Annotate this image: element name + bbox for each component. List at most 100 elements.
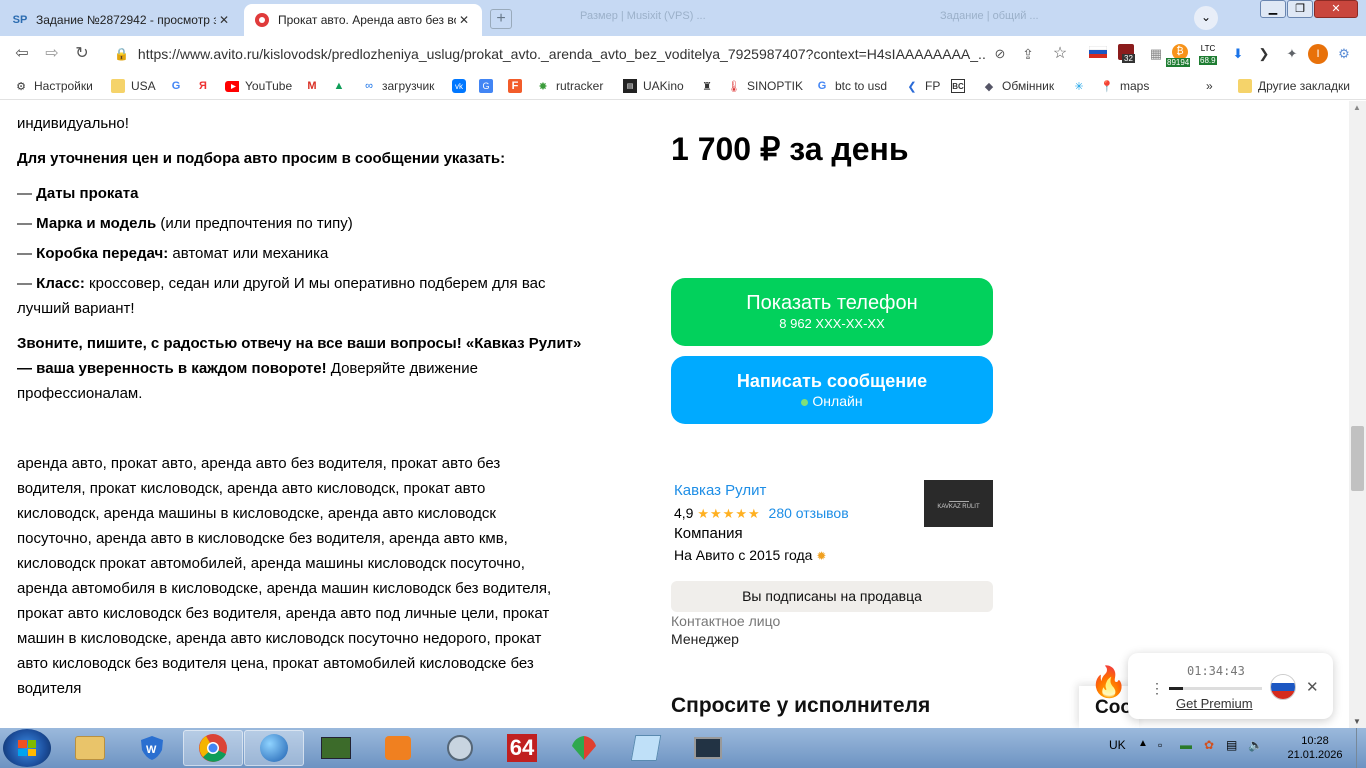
bookmark-vk[interactable]: vk xyxy=(452,77,472,95)
bookmark-downloader[interactable]: ∞ загрузчик xyxy=(362,77,434,95)
notepad-taskbar-icon[interactable] xyxy=(616,730,676,766)
blocked-popup-icon[interactable]: ⊘ xyxy=(990,44,1010,64)
page-scrollbar[interactable]: ▲ ▼ xyxy=(1349,101,1366,728)
shield-taskbar-icon[interactable]: W xyxy=(122,730,182,766)
forward-arrow-icon[interactable]: ⇨ xyxy=(42,44,62,64)
get-premium-link[interactable]: Get Premium xyxy=(1176,696,1253,711)
write-message-button[interactable]: Написать сообщение Онлайн xyxy=(671,356,993,424)
briefcase-extension-icon[interactable]: ▦ xyxy=(1146,44,1166,64)
address-bar[interactable]: 🔒 https://www.avito.ru/kislovodsk/predlo… xyxy=(108,40,986,68)
tags-line: прокат авто кисловодск без водителя, аре… xyxy=(17,605,550,622)
globe-taskbar-icon[interactable] xyxy=(244,730,304,766)
seller-logo[interactable]: KAVKAZ RULIT xyxy=(924,480,993,527)
bookmark-star-icon[interactable]: ☆ xyxy=(1050,44,1070,64)
bookmark-drive[interactable]: ▲ xyxy=(332,77,352,95)
maximize-button[interactable]: ❐ xyxy=(1287,0,1313,18)
player-progress-bar[interactable] xyxy=(1169,687,1262,690)
back-arrow-icon[interactable]: ⇦ xyxy=(12,44,32,64)
russia-flag-icon[interactable] xyxy=(1270,674,1296,700)
bookmark-figure[interactable]: ♜ xyxy=(700,77,720,95)
extension-badge-icon[interactable]: 32 xyxy=(1118,44,1138,64)
tab-title: Прокат авто. Аренда авто без вод xyxy=(278,13,456,27)
scroll-up-icon[interactable]: ▲ xyxy=(1353,103,1361,112)
bookmark-settings[interactable]: ⚙ Настройки xyxy=(14,77,93,95)
reviews-link[interactable]: 280 отзывов xyxy=(769,505,849,521)
media-player-taskbar-icon[interactable] xyxy=(368,730,428,766)
tab-avito-active[interactable]: Прокат авто. Аренда авто без вод ✕ xyxy=(244,4,482,36)
bookmark-star[interactable]: ✳ xyxy=(1072,77,1092,95)
bookmarks-more-button[interactable]: » xyxy=(1206,77,1213,95)
mountain-icon xyxy=(948,494,969,502)
chrome-taskbar-icon[interactable] xyxy=(183,730,243,766)
new-tab-button[interactable]: + xyxy=(490,9,512,29)
audio-player-widget: 01:34:43 ⋮ Get Premium ✕ xyxy=(1128,653,1333,719)
scroll-down-icon[interactable]: ▼ xyxy=(1353,717,1361,726)
extensions-puzzle-icon[interactable]: ✦ xyxy=(1282,44,1302,64)
more-vertical-icon[interactable]: ⋮ xyxy=(1150,680,1164,697)
show-desktop-button[interactable] xyxy=(1356,728,1366,768)
close-window-button[interactable]: ✕ xyxy=(1314,0,1358,18)
bitcoin-extension-icon[interactable]: ₿ 89194 xyxy=(1166,44,1191,67)
bookmark-youtube[interactable]: YouTube xyxy=(225,77,292,95)
tray-color-icon[interactable]: ✿ xyxy=(1204,738,1214,752)
bookmark-fp[interactable]: ❮ FP xyxy=(905,77,940,95)
app-64-taskbar-icon[interactable]: 64 xyxy=(492,730,552,766)
bookmark-google[interactable]: G xyxy=(169,77,189,95)
bookmark-f[interactable]: F xyxy=(508,77,528,95)
reload-icon[interactable]: ↻ xyxy=(72,44,92,64)
terminal-taskbar-icon[interactable] xyxy=(306,730,366,766)
system-clock[interactable]: 10:28 21.01.2026 xyxy=(1285,734,1345,762)
seller-name-link[interactable]: Кавказ Рулит xyxy=(674,482,766,499)
tab-search-chevron-icon[interactable]: ⌄ xyxy=(1194,6,1218,30)
download-icon[interactable]: ⬇ xyxy=(1228,44,1248,64)
network-icon[interactable]: ▤ xyxy=(1226,738,1237,752)
language-indicator[interactable]: UK xyxy=(1109,738,1126,752)
monitor-taskbar-icon[interactable] xyxy=(678,730,738,766)
chart-app-taskbar-icon[interactable] xyxy=(554,730,614,766)
list-item: — Коробка передач: автомат или механика xyxy=(17,245,329,262)
exchange-icon: ◆ xyxy=(984,80,994,93)
description-line: индивидуально! xyxy=(17,115,129,132)
bookmark-gmail[interactable]: M xyxy=(305,77,325,95)
tab-zadanie[interactable]: SP Задание №2872942 - просмотр з ✕ xyxy=(2,4,242,36)
show-phone-button[interactable]: Показать телефон 8 962 XXX-XX-XX xyxy=(671,278,993,346)
volume-icon[interactable]: 🔈 xyxy=(1248,738,1263,752)
tray-app-icon[interactable]: ▫ xyxy=(1158,738,1162,752)
close-tab-icon[interactable]: ✕ xyxy=(456,13,472,27)
explorer-taskbar-icon[interactable] xyxy=(60,730,120,766)
subscribed-button[interactable]: Вы подписаны на продавца xyxy=(671,581,993,612)
tray-expand-icon[interactable]: ▲ xyxy=(1138,738,1148,749)
bookmark-btc-to-usd[interactable]: Gbtc to usd xyxy=(815,77,887,95)
profile-avatar[interactable]: I xyxy=(1308,44,1328,64)
bookmark-translate[interactable]: G xyxy=(479,77,499,95)
bookmark-uakino[interactable]: ▤ UAKino xyxy=(623,77,684,95)
russia-flag-extension-icon[interactable] xyxy=(1088,44,1108,64)
bookmark-yandex[interactable]: Я xyxy=(196,77,216,95)
rating-value: 4,9 xyxy=(674,505,694,521)
ltc-extension-icon[interactable]: LTC 68.9 xyxy=(1198,44,1218,65)
tags-line: посуточно, аренда авто в кисловодске без… xyxy=(17,530,508,547)
scrollbar-thumb[interactable] xyxy=(1351,426,1364,491)
player-time: 01:34:43 xyxy=(1187,664,1245,678)
close-tab-icon[interactable]: ✕ xyxy=(216,13,232,27)
settings-gear-icon[interactable]: ⚙ xyxy=(1334,44,1354,64)
bookmark-maps[interactable]: 📍 maps xyxy=(1100,77,1149,95)
extension-arrow-icon[interactable]: ❯ xyxy=(1254,44,1274,64)
clock-taskbar-icon[interactable] xyxy=(430,730,490,766)
bookmark-bc[interactable]: BC xyxy=(951,77,971,95)
bookmark-obminnyk[interactable]: ◆ Обмінник xyxy=(982,77,1054,95)
start-button[interactable] xyxy=(3,729,51,767)
closing-line: Звоните, пишите, с радостью отвечу на вс… xyxy=(17,335,582,352)
minimize-button[interactable]: ▁ xyxy=(1260,0,1286,18)
vk-icon: vk xyxy=(452,79,466,93)
other-bookmarks-folder[interactable]: Другие закладки xyxy=(1238,77,1350,95)
bookmark-sinoptik[interactable]: 🌡 SINOPTIK xyxy=(727,77,803,95)
online-status: Онлайн xyxy=(671,393,993,409)
battery-icon[interactable]: ▬ xyxy=(1180,738,1192,752)
share-icon[interactable]: ⇪ xyxy=(1018,44,1038,64)
background-tab-ghost: Размер | Musixit (VPS) ... xyxy=(580,10,706,22)
close-icon[interactable]: ✕ xyxy=(1306,678,1319,696)
bookmark-rutracker[interactable]: ✸ rutracker xyxy=(536,77,603,95)
page-content: индивидуально! Для уточнения цен и подбо… xyxy=(0,101,1349,728)
bookmark-usa[interactable]: USA xyxy=(111,77,156,95)
